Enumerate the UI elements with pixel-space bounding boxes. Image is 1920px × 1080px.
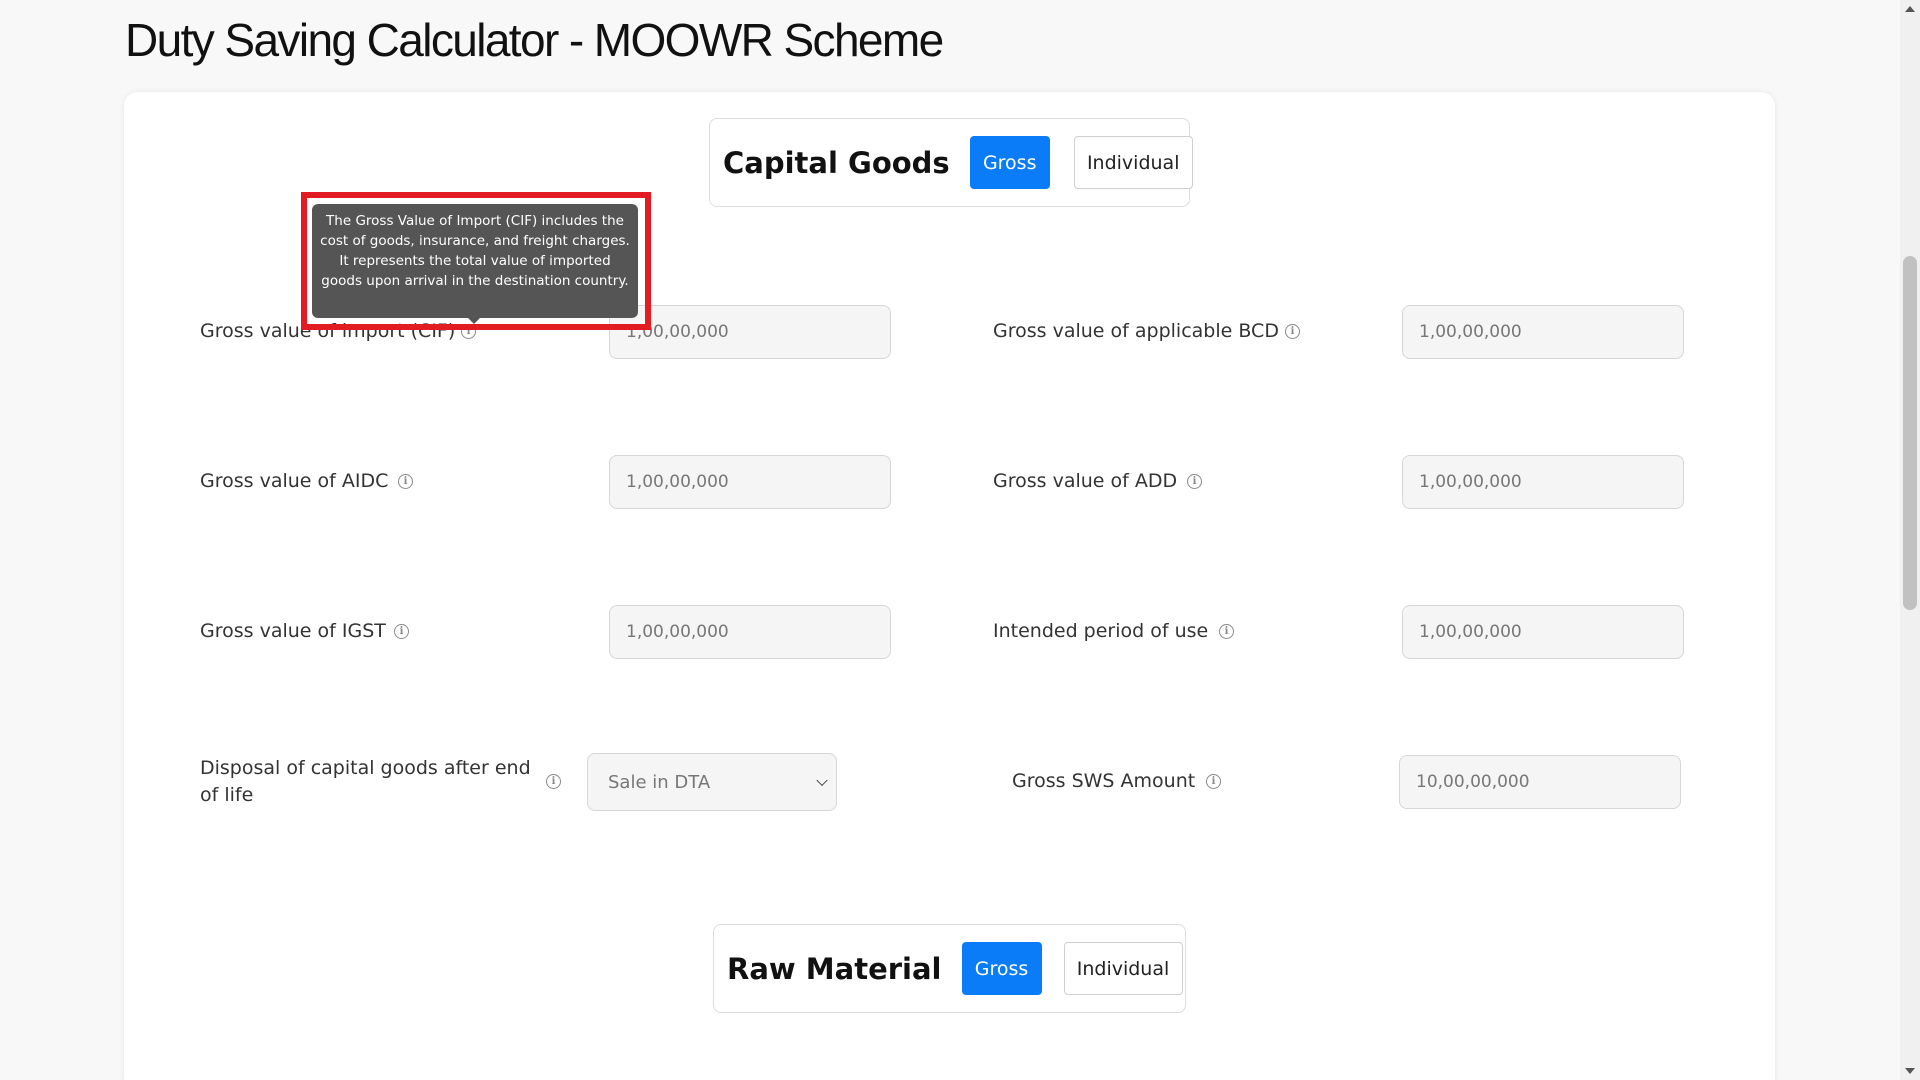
disposal-label: Disposal of capital goods after end of l… bbox=[200, 757, 531, 806]
info-icon[interactable]: i bbox=[1285, 324, 1300, 339]
capital-goods-gross-button[interactable]: Gross bbox=[969, 136, 1050, 189]
aidc-label: Gross value of AIDC bbox=[200, 470, 389, 492]
add-input[interactable] bbox=[1402, 455, 1684, 509]
igst-input[interactable] bbox=[609, 605, 891, 659]
raw-material-gross-button[interactable]: Gross bbox=[961, 942, 1042, 995]
tooltip-arrow bbox=[467, 317, 481, 324]
info-icon[interactable]: i bbox=[1187, 474, 1202, 489]
bcd-label: Gross value of applicable BCD bbox=[993, 320, 1279, 342]
info-icon[interactable]: i bbox=[1219, 624, 1234, 639]
chevron-down-icon bbox=[816, 774, 828, 787]
capital-goods-title: Capital Goods bbox=[723, 145, 950, 180]
scroll-down-icon[interactable] bbox=[1905, 1068, 1915, 1074]
page-title: Duty Saving Calculator - MOOWR Scheme bbox=[125, 14, 944, 66]
info-icon[interactable]: i bbox=[394, 624, 409, 639]
add-label: Gross value of ADD bbox=[993, 470, 1178, 492]
disposal-select[interactable]: Sale in DTA bbox=[587, 753, 837, 811]
raw-material-header: Raw Material Gross Individual bbox=[713, 924, 1186, 1013]
period-label: Intended period of use bbox=[993, 620, 1209, 642]
info-icon[interactable]: i bbox=[1206, 774, 1221, 789]
sws-input[interactable] bbox=[1399, 755, 1681, 809]
cif-input[interactable] bbox=[609, 305, 891, 359]
capital-goods-individual-button[interactable]: Individual bbox=[1073, 136, 1193, 189]
raw-material-title: Raw Material bbox=[727, 951, 942, 986]
capital-goods-header: Capital Goods Gross Individual bbox=[709, 118, 1193, 207]
aidc-input[interactable] bbox=[609, 455, 891, 509]
bcd-input[interactable] bbox=[1402, 305, 1684, 359]
disposal-selected-value: Sale in DTA bbox=[608, 771, 711, 793]
info-icon[interactable]: i bbox=[546, 774, 561, 789]
igst-label: Gross value of IGST bbox=[200, 620, 386, 642]
sws-label: Gross SWS Amount bbox=[1012, 770, 1196, 792]
scroll-up-icon[interactable] bbox=[1905, 6, 1915, 12]
raw-material-individual-button[interactable]: Individual bbox=[1063, 942, 1183, 995]
period-input[interactable] bbox=[1402, 605, 1684, 659]
cif-tooltip: The Gross Value of Import (CIF) includes… bbox=[312, 204, 638, 318]
scrollbar[interactable] bbox=[1900, 0, 1920, 1080]
scrollbar-thumb[interactable] bbox=[1903, 256, 1917, 610]
info-icon[interactable]: i bbox=[398, 474, 413, 489]
